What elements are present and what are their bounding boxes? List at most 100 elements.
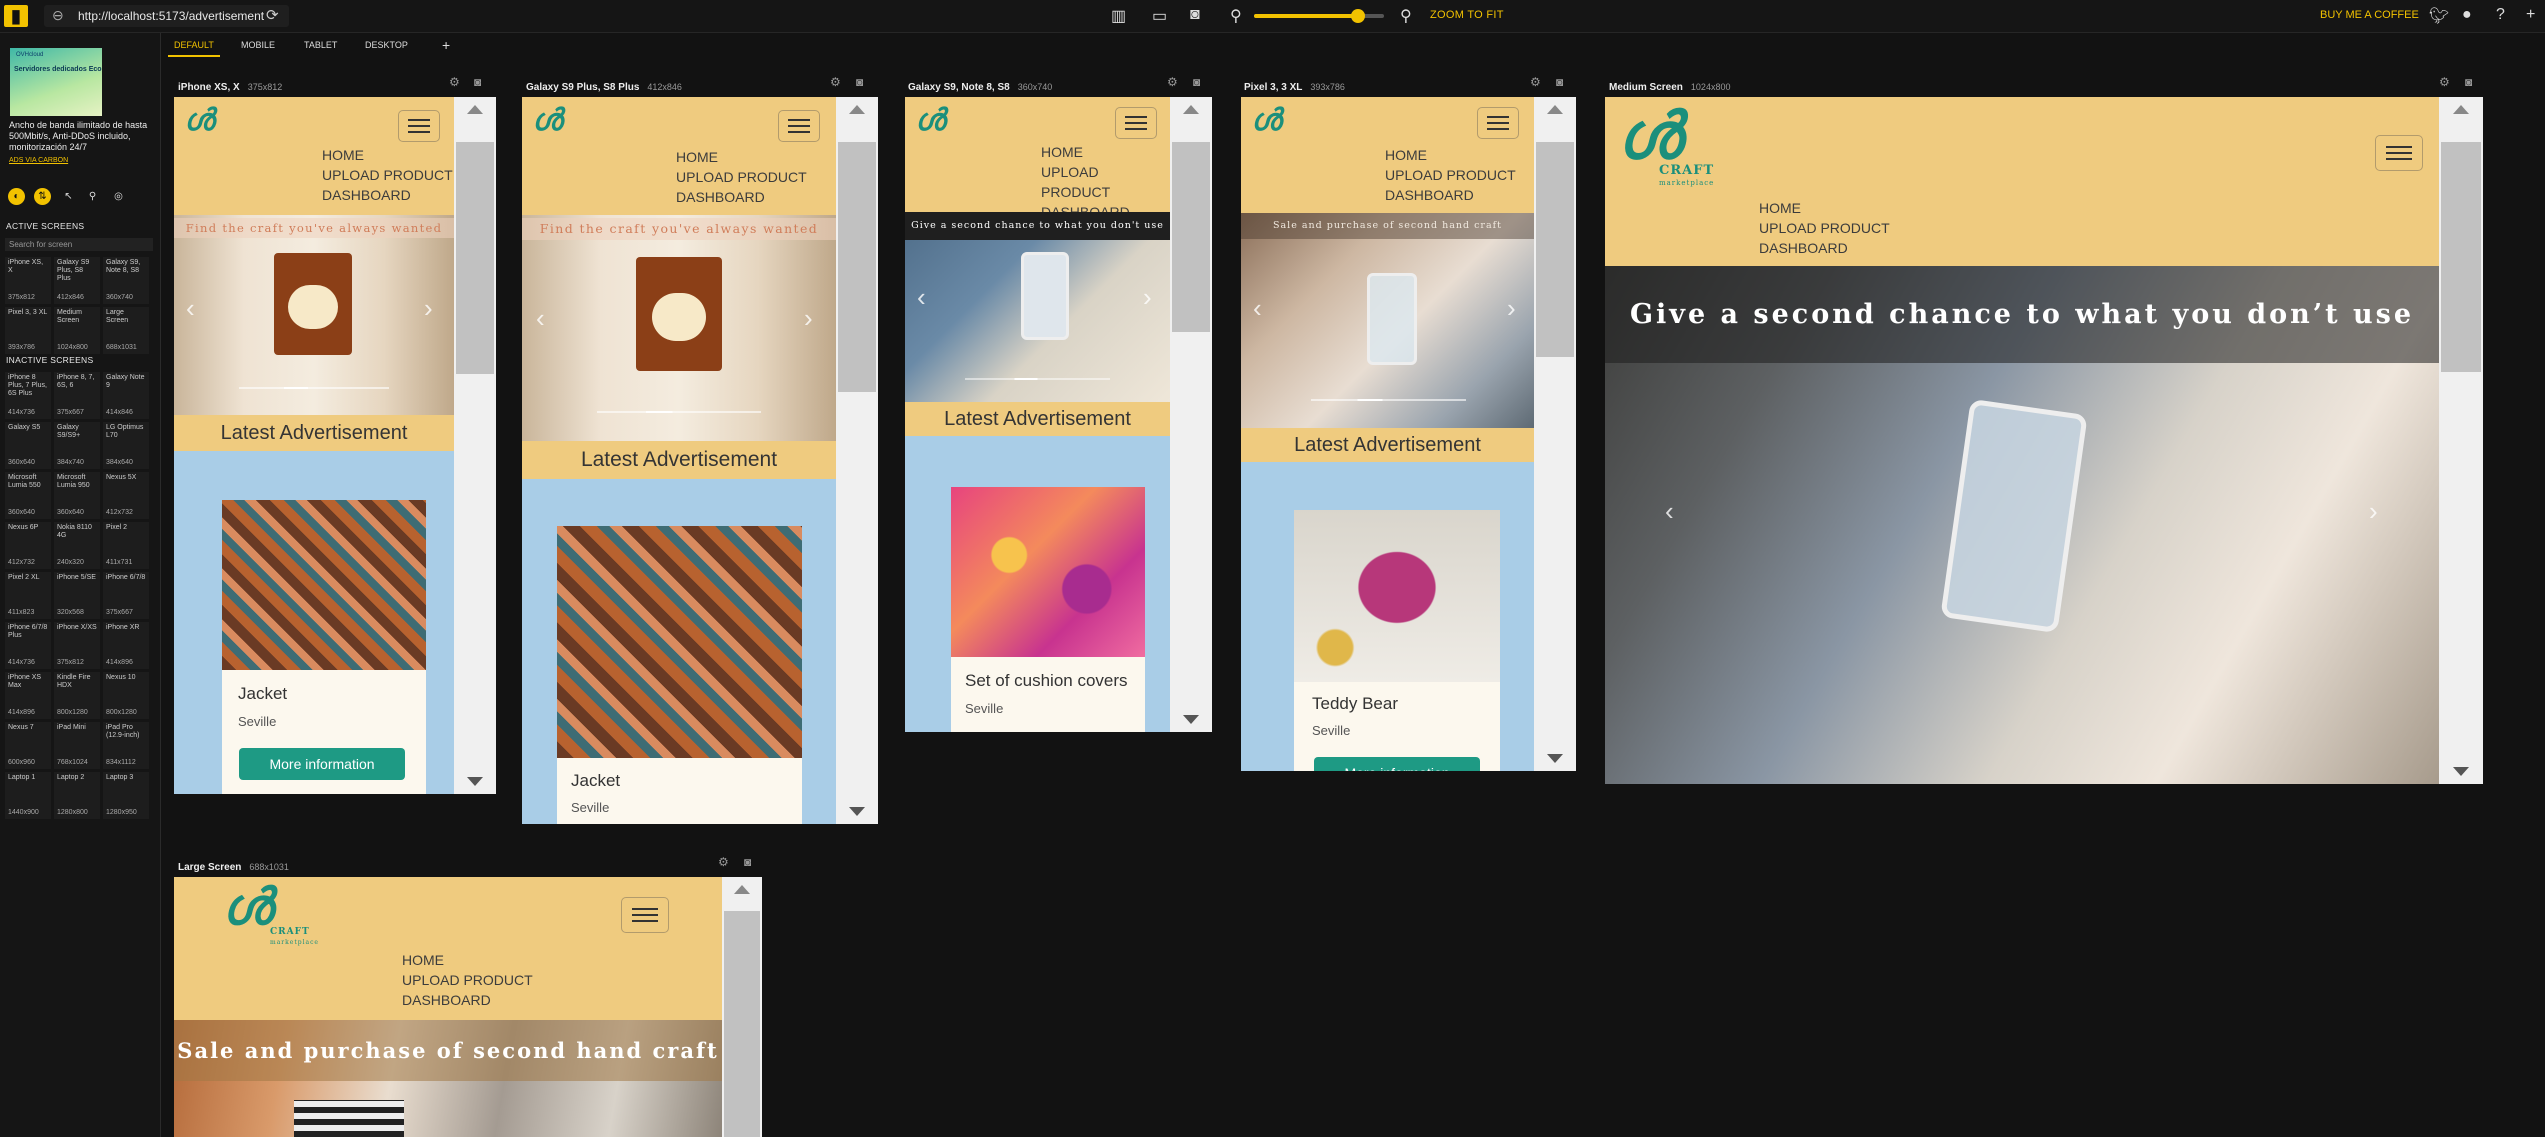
scroll-down-arrow-icon[interactable]	[849, 807, 865, 816]
gear-icon[interactable]: ⚙	[718, 855, 729, 869]
scroll-down-arrow-icon[interactable]	[1547, 754, 1563, 763]
hamburger-menu-button[interactable]	[1115, 107, 1157, 139]
help-icon[interactable]: ?	[2496, 6, 2505, 24]
active-screen-item[interactable]: Galaxy S9 Plus, S8 Plus 412x846	[54, 257, 100, 304]
zoom-out-icon[interactable]: ⚲	[1230, 6, 1242, 26]
grid-layout-icon[interactable]: ▥	[1111, 6, 1126, 26]
carousel-indicators[interactable]	[1311, 399, 1466, 401]
screenshot-icon[interactable]: ◙	[744, 855, 751, 869]
network-icon[interactable]: ◎	[110, 188, 127, 205]
inactive-screen-item[interactable]: Galaxy S5 360x640	[5, 422, 51, 469]
screenshot-icon[interactable]: ◙	[2465, 75, 2472, 89]
ad-card-image[interactable]	[222, 500, 426, 670]
buy-me-a-coffee-link[interactable]: BUY ME A COFFEE	[2320, 9, 2419, 21]
carousel-next-icon[interactable]: ›	[804, 303, 813, 334]
inactive-screen-item[interactable]: Kindle Fire HDX 800x1280	[54, 672, 100, 719]
screen-layout-icon[interactable]: ▭	[1152, 6, 1167, 26]
inactive-screen-item[interactable]: Pixel 2 411x731	[103, 522, 149, 569]
scrollbar-thumb[interactable]	[838, 142, 876, 392]
nav-upload-product[interactable]: UPLOAD PRODUCT	[1041, 162, 1170, 202]
screenshot-icon[interactable]: ◙	[1556, 75, 1563, 89]
craft-logo[interactable]: ൾ	[915, 103, 945, 138]
gear-icon[interactable]: ⚙	[2439, 75, 2450, 89]
more-information-button[interactable]: More information	[1314, 757, 1480, 771]
screenshot-icon[interactable]: ◙	[856, 75, 863, 89]
craft-logo[interactable]: ൾ	[532, 103, 562, 138]
inactive-screen-item[interactable]: iPhone 5/SE 320x568	[54, 572, 100, 619]
scroll-down-arrow-icon[interactable]	[467, 777, 483, 786]
inactive-screen-item[interactable]: iPhone 8 Plus, 7 Plus, 6S Plus 414x736	[5, 372, 51, 419]
nav-upload-product[interactable]: UPLOAD PRODUCT	[402, 970, 533, 990]
twitter-icon[interactable]: 🐦︎	[2429, 6, 2449, 26]
carousel-prev-icon[interactable]: ‹	[1253, 293, 1262, 324]
carousel-indicators[interactable]	[597, 411, 761, 413]
scrollbar[interactable]	[2439, 97, 2483, 784]
tab-tablet[interactable]: TABLET	[298, 35, 343, 55]
scroll-down-arrow-icon[interactable]	[2453, 767, 2469, 776]
active-screen-item[interactable]: Galaxy S9, Note 8, S8 360x740	[103, 257, 149, 304]
nav-upload-product[interactable]: UPLOAD PRODUCT	[322, 165, 453, 185]
inactive-screen-item[interactable]: Nexus 6P 412x732	[5, 522, 51, 569]
gear-icon[interactable]: ⚙	[1167, 75, 1178, 89]
screenshot-icon[interactable]: ◙	[474, 75, 481, 89]
gear-icon[interactable]: ⚙	[830, 75, 841, 89]
more-information-button[interactable]: More information	[239, 748, 405, 780]
ad-card[interactable]: Jacket Seville More information	[222, 500, 426, 794]
inactive-screen-item[interactable]: Galaxy Note 9 414x846	[103, 372, 149, 419]
ad-image[interactable]	[10, 48, 102, 116]
scrollbar-thumb[interactable]	[456, 142, 494, 374]
screenshot-icon[interactable]: ◙	[1193, 75, 1200, 89]
nav-home[interactable]: HOME	[1759, 198, 1890, 218]
tab-default[interactable]: DEFAULT	[168, 35, 220, 57]
scroll-up-arrow-icon[interactable]	[1547, 105, 1563, 114]
hamburger-menu-button[interactable]	[2375, 135, 2423, 171]
scrollbar-thumb[interactable]	[724, 911, 760, 1137]
zoom-slider-thumb[interactable]	[1351, 9, 1365, 23]
scrollbar-thumb[interactable]	[1172, 142, 1210, 332]
active-screen-item[interactable]: Medium Screen 1024x800	[54, 307, 100, 354]
hamburger-menu-button[interactable]	[1477, 107, 1519, 139]
active-screen-item[interactable]: iPhone XS, X 375x812	[5, 257, 51, 304]
inactive-screen-item[interactable]: iPhone 8, 7, 6S, 6 375x667	[54, 372, 100, 419]
circle-toggle-icon[interactable]: ◐	[8, 188, 25, 205]
inactive-screen-item[interactable]: iPhone X/XS 375x812	[54, 622, 100, 669]
nav-home[interactable]: HOME	[676, 147, 807, 167]
scroll-up-arrow-icon[interactable]	[1183, 105, 1199, 114]
inactive-screen-item[interactable]: Nexus 10 800x1280	[103, 672, 149, 719]
add-icon[interactable]: +	[2526, 6, 2535, 24]
carousel-next-icon[interactable]: ›	[424, 293, 433, 324]
url-input[interactable]: http://localhost:5173/advertisement	[78, 9, 264, 23]
carousel-prev-icon[interactable]: ‹	[917, 282, 926, 313]
ad-card-image[interactable]	[557, 526, 802, 758]
inactive-screen-item[interactable]: iPhone XS Max 414x896	[5, 672, 51, 719]
nav-dashboard[interactable]: DASHBOARD	[1759, 238, 1890, 258]
hamburger-menu-button[interactable]	[778, 110, 820, 142]
nav-upload-product[interactable]: UPLOAD PRODUCT	[1385, 165, 1516, 185]
scrollbar[interactable]	[836, 97, 878, 824]
scroll-down-arrow-icon[interactable]	[1183, 715, 1199, 724]
craft-logo[interactable]: ൾ	[184, 103, 214, 138]
inactive-screen-item[interactable]: Nexus 7 600x960	[5, 722, 51, 769]
ad-card-image[interactable]	[1294, 510, 1500, 682]
add-tab-icon[interactable]: +	[436, 35, 456, 55]
carousel-prev-icon[interactable]: ‹	[1665, 496, 1674, 527]
reload-icon[interactable]: ⟳	[266, 6, 279, 24]
active-screen-item[interactable]: Pixel 3, 3 XL 393x786	[5, 307, 51, 354]
scroll-up-arrow-icon[interactable]	[849, 105, 865, 114]
gear-icon[interactable]: ⚙	[1530, 75, 1541, 89]
inactive-screen-item[interactable]: iPad Mini 768x1024	[54, 722, 100, 769]
carousel-indicators[interactable]	[239, 387, 389, 389]
inactive-screen-item[interactable]: iPhone 6/7/8 Plus 414x736	[5, 622, 51, 669]
ads-via-carbon-link[interactable]: ADS VIA CARBON	[9, 157, 68, 164]
active-screen-item[interactable]: Large Screen 688x1031	[103, 307, 149, 354]
nav-dashboard[interactable]: DASHBOARD	[402, 990, 533, 1010]
gear-icon[interactable]: ⚙	[449, 75, 460, 89]
ad-card-image[interactable]	[951, 487, 1145, 657]
zoom-slider[interactable]	[1254, 9, 1384, 23]
carousel-prev-icon[interactable]: ‹	[186, 293, 195, 324]
nav-upload-product[interactable]: UPLOAD PRODUCT	[676, 167, 807, 187]
nav-home[interactable]: HOME	[402, 950, 533, 970]
inactive-screen-item[interactable]: LG Optimus L70 384x640	[103, 422, 149, 469]
nav-home[interactable]: HOME	[322, 145, 453, 165]
nav-upload-product[interactable]: UPLOAD PRODUCT	[1759, 218, 1890, 238]
